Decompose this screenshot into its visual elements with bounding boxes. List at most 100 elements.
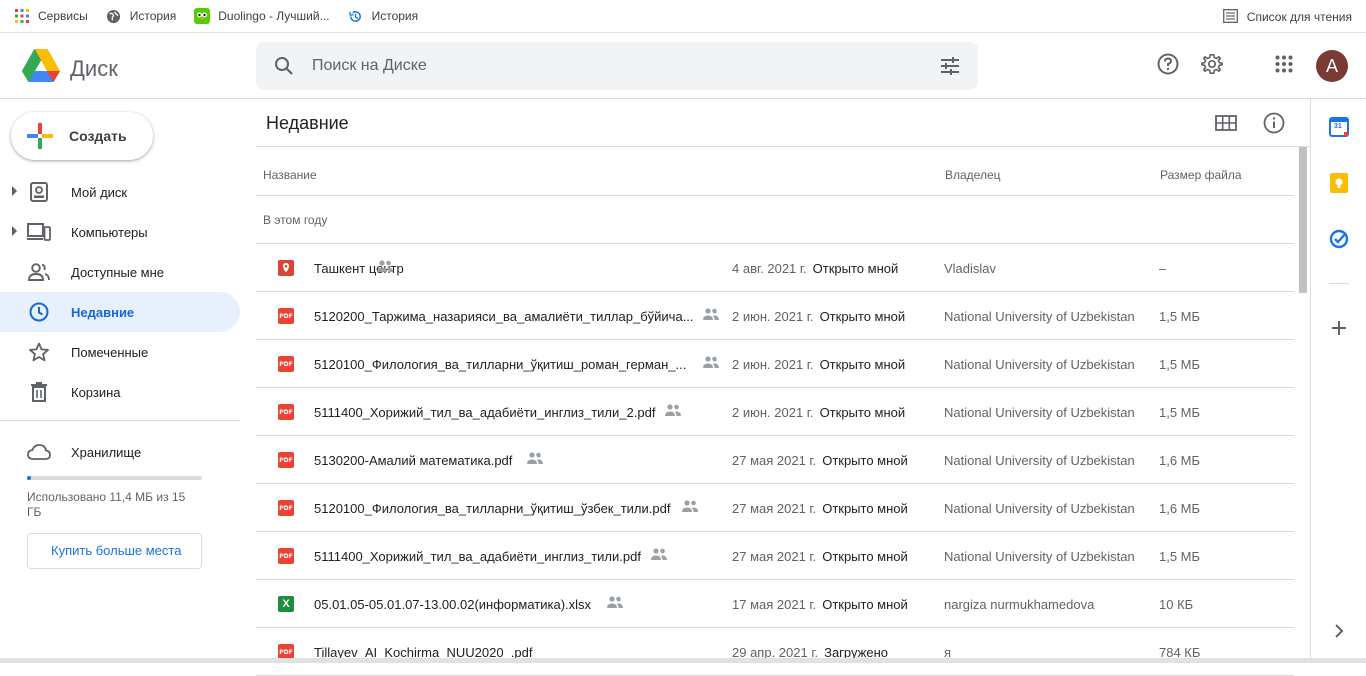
file-size: 1,6 МБ xyxy=(1159,501,1201,516)
file-size: – xyxy=(1159,261,1167,276)
apps-grid-icon xyxy=(1275,55,1293,78)
bookmark-services[interactable]: Сервисы xyxy=(14,8,88,24)
sidebar-item-label: Доступные мне xyxy=(71,264,165,280)
search-input[interactable] xyxy=(312,57,922,75)
storage-usage-fill xyxy=(27,476,31,480)
file-list: Название Владелец Размер файла В этом го… xyxy=(256,147,1294,676)
star-icon xyxy=(27,340,51,364)
file-owner: National University of Uzbekistan xyxy=(944,309,1135,324)
file-row[interactable]: PDF 5111400_Хорижий_тил_ва_адабиёти_ингли… xyxy=(256,388,1294,436)
pdf-file-icon: PDF xyxy=(278,356,294,372)
bookmark-label: Duolingo - Лучший... xyxy=(218,9,330,23)
last-opened-date: 27 мая 2021 г. Открыто мной xyxy=(732,453,908,468)
file-row[interactable]: PDF Tillayev_AI_Kochirma_NUU2020_.pdf 29 а… xyxy=(256,628,1294,676)
grid-view-icon[interactable] xyxy=(1214,111,1238,135)
settings-button[interactable] xyxy=(1196,50,1228,82)
sidebar-item-computers[interactable]: Компьютеры xyxy=(0,212,240,252)
side-panel: 31 xyxy=(1310,99,1366,663)
file-row[interactable]: PDF 5120100_Филология_ва_тилларни_ўқитиш_… xyxy=(256,484,1294,532)
file-name: 05.01.05-05.01.07-13.00.02(информатика).… xyxy=(314,597,592,612)
file-owner: nargiza nurmukhamedova xyxy=(944,597,1095,612)
duolingo-owl-icon xyxy=(194,8,211,24)
file-owner: National University of Uzbekistan xyxy=(944,357,1135,372)
drive-logo[interactable]: Диск xyxy=(22,49,118,88)
search-bar[interactable] xyxy=(256,42,978,90)
bookmark-history[interactable]: История xyxy=(348,8,418,24)
file-row[interactable]: PDF 5120200_Таржима_назарияси_ва_амалиёти… xyxy=(256,292,1294,340)
tasks-icon[interactable] xyxy=(1329,229,1349,249)
file-row[interactable]: Ташкент центр 4 авг. 2021 г. Открыто мной V… xyxy=(256,244,1294,292)
reading-list-button[interactable]: Список для чтения xyxy=(1222,0,1352,33)
file-row[interactable]: PDF 5130200-Амалий математика.pdf 27 мая 2… xyxy=(256,436,1294,484)
sidebar-item-shared-with-me[interactable]: Доступные мне xyxy=(0,252,240,292)
pdf-file-icon: PDF xyxy=(278,548,294,564)
file-name: 5111400_Хорижий_тил_ва_адабиёти_инглиз_т… xyxy=(314,549,641,564)
storage-usage-bar xyxy=(27,476,202,480)
expand-arrow-icon[interactable] xyxy=(12,186,17,196)
date-text: 4 авг. 2021 г. xyxy=(732,261,807,276)
buy-storage-button[interactable]: Купить больше места xyxy=(27,533,202,569)
spreadsheet-file-icon: X xyxy=(278,596,294,612)
bookmark-duolingo[interactable]: Duolingo - Лучший... xyxy=(194,8,330,24)
chevron-right-icon[interactable] xyxy=(1329,621,1349,641)
action-text: Открыто мной xyxy=(822,501,908,516)
my-drive-icon xyxy=(27,180,51,204)
date-text: 2 июн. 2021 г. xyxy=(732,405,814,420)
file-name: 5130200-Амалий математика.pdf xyxy=(314,453,513,468)
sidebar: Создать Мой диск Компьютеры Доступные мн… xyxy=(0,99,256,663)
last-opened-date: 27 мая 2021 г. Открыто мной xyxy=(732,549,908,564)
file-owner: National University of Uzbekistan xyxy=(944,501,1135,516)
storage-label: Хранилище xyxy=(71,444,142,460)
sidebar-item-starred[interactable]: Помеченные xyxy=(0,332,240,372)
sidebar-item-recent[interactable]: Недавние xyxy=(0,292,240,332)
last-opened-date: 17 мая 2021 г. Открыто мной xyxy=(732,597,908,612)
sidebar-item-storage[interactable]: Хранилище xyxy=(0,432,256,472)
shared-people-icon xyxy=(650,547,668,563)
section-label: В этом году xyxy=(263,213,328,227)
pdf-file-icon: PDF xyxy=(278,452,294,468)
date-text: 2 июн. 2021 г. xyxy=(732,357,814,372)
keep-icon[interactable] xyxy=(1329,173,1349,193)
info-icon[interactable] xyxy=(1262,111,1286,135)
shared-people-icon xyxy=(606,595,624,611)
file-row[interactable]: PDF 5111400_Хорижий_тил_ва_адабиёти_ингли… xyxy=(256,532,1294,580)
shared-people-icon xyxy=(27,260,51,284)
last-opened-date: 2 июн. 2021 г. Открыто мной xyxy=(732,309,905,324)
bookmark-history-globe[interactable]: История xyxy=(106,8,176,24)
file-row[interactable]: PDF 5120100_Филология_ва_тилларни_ўқитиш_… xyxy=(256,340,1294,388)
date-text: 17 мая 2021 г. xyxy=(732,597,817,612)
column-header-owner[interactable]: Владелец xyxy=(945,168,1001,182)
main-content: Недавние Название Владелец Размер файла … xyxy=(256,99,1310,676)
create-label: Создать xyxy=(69,128,127,144)
expand-arrow-icon[interactable] xyxy=(12,226,17,236)
file-size: 1,5 МБ xyxy=(1159,309,1201,324)
account-avatar[interactable]: A xyxy=(1316,50,1348,82)
file-size: 1,5 МБ xyxy=(1159,405,1201,420)
file-size: 1,6 МБ xyxy=(1159,453,1201,468)
trash-icon xyxy=(27,380,51,404)
shared-people-icon xyxy=(702,307,720,323)
sidebar-item-trash[interactable]: Корзина xyxy=(0,372,240,412)
action-text: Открыто мной xyxy=(819,405,906,420)
search-icon[interactable] xyxy=(256,56,312,76)
file-row[interactable]: X 05.01.05-05.01.07-13.00.02(информатика)… xyxy=(256,580,1294,628)
calendar-day: 31 xyxy=(1334,123,1342,130)
column-header-name[interactable]: Название xyxy=(263,168,317,182)
file-owner: National University of Uzbekistan xyxy=(944,549,1135,564)
window-bottom-edge xyxy=(0,658,1366,663)
google-apps-button[interactable] xyxy=(1268,50,1300,82)
help-icon xyxy=(1157,53,1179,80)
sidebar-item-my-drive[interactable]: Мой диск xyxy=(0,172,240,212)
help-button[interactable] xyxy=(1152,50,1184,82)
search-options-icon[interactable] xyxy=(922,57,978,75)
add-addon-icon[interactable] xyxy=(1329,318,1349,338)
shared-people-icon xyxy=(376,259,394,275)
create-button[interactable]: Создать xyxy=(11,112,153,160)
file-size: 1,5 МБ xyxy=(1159,357,1201,372)
column-header-size[interactable]: Размер файла xyxy=(1160,168,1242,182)
bookmark-label: Сервисы xyxy=(38,9,88,23)
file-list-header: Название Владелец Размер файла xyxy=(256,147,1294,196)
scrollbar-thumb[interactable] xyxy=(1299,147,1307,293)
shared-people-icon xyxy=(681,499,699,515)
section-header: В этом году xyxy=(256,196,1294,244)
